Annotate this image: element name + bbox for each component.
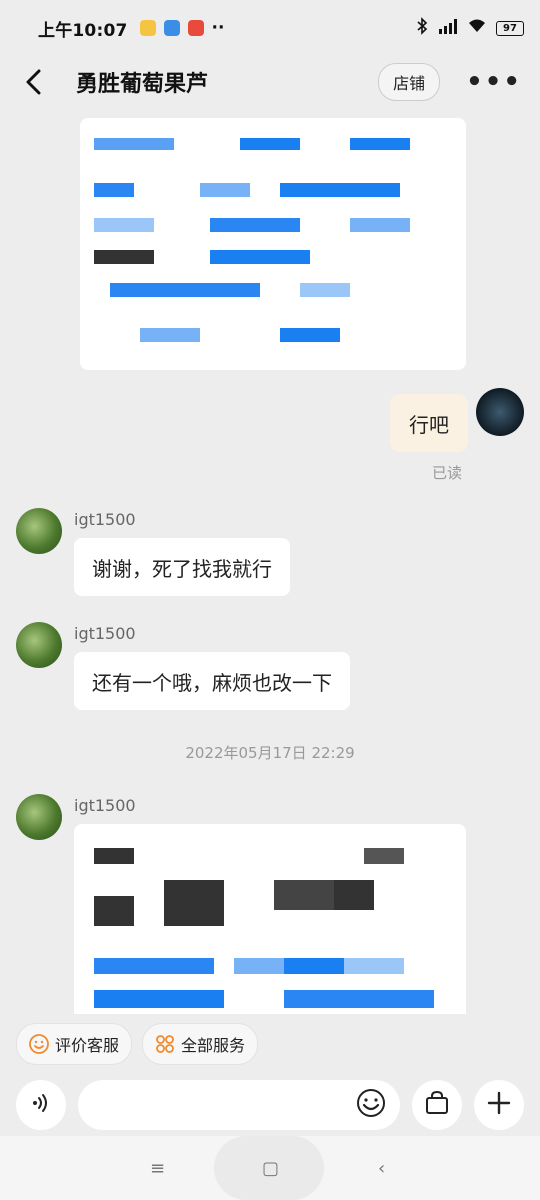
app-notification-icon xyxy=(139,20,156,36)
back-arrow-icon[interactable] xyxy=(18,67,48,97)
voice-icon xyxy=(30,1092,52,1118)
chip-label: 全部服务 xyxy=(181,1036,246,1055)
chat-title: 勇胜葡萄果芦 xyxy=(76,72,209,97)
my-avatar[interactable] xyxy=(476,388,524,436)
wifi-icon xyxy=(468,19,486,37)
app-notification-icon xyxy=(187,20,204,36)
bag-icon xyxy=(424,1090,450,1120)
message-bubble[interactable]: 谢谢，死了找我就行 xyxy=(74,538,290,596)
read-status: 已读 xyxy=(432,464,463,482)
signal-icon xyxy=(438,18,458,38)
sender-name: igt1500 xyxy=(74,796,136,815)
redacted-message xyxy=(80,118,466,370)
redacted-message xyxy=(74,824,466,1014)
bag-button[interactable] xyxy=(412,1080,462,1130)
voice-button[interactable] xyxy=(16,1080,66,1130)
input-bar xyxy=(0,1074,540,1136)
avatar[interactable] xyxy=(16,622,62,668)
my-message-bubble[interactable]: 行吧 xyxy=(390,394,468,452)
system-nav-bar: ≡ ▢ ‹ xyxy=(0,1136,540,1200)
avatar[interactable] xyxy=(16,508,62,554)
emoji-icon[interactable] xyxy=(356,1088,386,1122)
quick-actions: 评价客服 全部服务 xyxy=(0,1014,540,1074)
bluetooth-icon xyxy=(416,17,428,39)
status-more: ·· xyxy=(211,18,225,38)
all-services-button[interactable]: 全部服务 xyxy=(142,1023,259,1065)
message-bubble[interactable]: 还有一个哦，麻烦也改一下 xyxy=(74,652,350,710)
status-time: 上午10:07 xyxy=(38,20,128,41)
chat-header: 勇胜葡萄果芦 店铺 ••• xyxy=(0,56,540,108)
store-button[interactable]: 店铺 xyxy=(378,63,441,101)
timestamp: 2022年05月17日 22:29 xyxy=(185,744,355,762)
message-input[interactable] xyxy=(78,1080,400,1130)
plus-button[interactable] xyxy=(474,1080,524,1130)
app-notification-icon xyxy=(163,20,180,36)
status-bar: 上午10:07 ·· 97 xyxy=(0,0,540,56)
menu-icon[interactable]: ≡ xyxy=(150,1158,165,1179)
rate-service-button[interactable]: 评价客服 xyxy=(16,1023,133,1065)
plus-icon xyxy=(487,1091,511,1119)
home-icon[interactable]: ▢ xyxy=(262,1158,279,1179)
sender-name: igt1500 xyxy=(74,510,136,529)
more-dots-icon[interactable]: ••• xyxy=(466,67,522,97)
battery-indicator: 97 xyxy=(496,20,524,36)
sender-name: igt1500 xyxy=(74,624,136,643)
back-icon[interactable]: ‹ xyxy=(378,1158,385,1179)
chip-label: 评价客服 xyxy=(55,1036,120,1055)
chat-area: 行吧 已读 igt1500 谢谢，死了找我就行 igt1500 还有一个哦，麻烦… xyxy=(0,108,540,1014)
grid-icon xyxy=(155,1034,175,1054)
smile-icon xyxy=(29,1034,49,1054)
avatar[interactable] xyxy=(16,794,62,840)
